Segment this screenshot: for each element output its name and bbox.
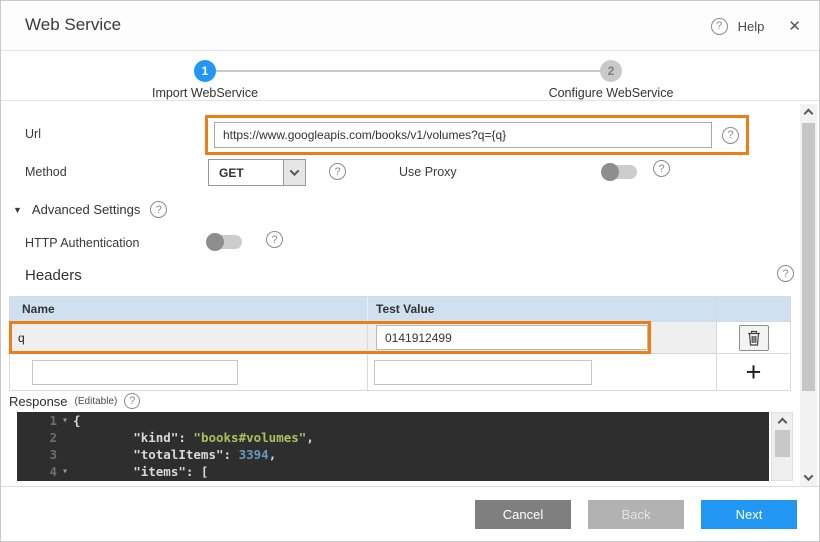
scroll-down-icon[interactable]	[804, 471, 814, 481]
column-header-test-value: Test Value	[367, 297, 716, 321]
method-select[interactable]: GET	[208, 159, 306, 186]
column-header-actions	[716, 297, 790, 321]
advanced-settings-label: Advanced Settings	[32, 202, 140, 217]
new-header-name-input[interactable]	[32, 360, 238, 385]
dialog-footer: Cancel Back Next	[1, 486, 819, 541]
wizard-stepper: 1 Import WebService 2 Configure WebServi…	[1, 51, 819, 101]
response-editable-label: (Editable)	[75, 396, 118, 407]
help-icon[interactable]: ?	[711, 18, 728, 35]
step-1-circle[interactable]: 1	[194, 60, 216, 82]
dialog-title: Web Service	[25, 15, 121, 35]
add-header-actions: +	[716, 354, 790, 390]
stepper-connector	[216, 70, 600, 72]
add-header-button[interactable]: +	[746, 359, 762, 386]
response-label-row: Response (Editable) ?	[9, 393, 140, 409]
fold-icon	[57, 446, 73, 463]
line-number: 4	[17, 463, 57, 480]
next-button[interactable]: Next	[701, 500, 797, 529]
cancel-button[interactable]: Cancel	[475, 500, 571, 529]
fold-icon	[57, 429, 73, 446]
code-line: 2 "kind": "books#volumes",	[17, 429, 769, 446]
add-header-row: +	[10, 354, 790, 391]
editor-scrollbar-thumb[interactable]	[775, 430, 790, 457]
code-line: 1▾{	[17, 412, 769, 429]
advanced-settings-row[interactable]: ▼ Advanced Settings ?	[13, 201, 167, 218]
line-number: 2	[17, 429, 57, 446]
use-proxy-help-icon[interactable]: ?	[653, 160, 670, 177]
trash-icon	[747, 330, 761, 346]
column-header-name: Name	[10, 297, 367, 321]
step-2-label: Configure WebService	[501, 86, 721, 100]
headers-table-header-row: Name Test Value	[10, 297, 790, 322]
dialog-content: Url ? Method GET ? Use Proxy ? ▼ Advance…	[1, 101, 819, 487]
url-label: Url	[25, 127, 41, 141]
url-input[interactable]	[214, 122, 712, 148]
line-number: 3	[17, 446, 57, 463]
main-scrollbar[interactable]	[800, 104, 817, 487]
main-scrollbar-thumb[interactable]	[802, 123, 815, 391]
fold-icon[interactable]: ▾	[57, 412, 73, 429]
use-proxy-label: Use Proxy	[399, 165, 457, 179]
response-code-editor[interactable]: 1▾{2 "kind": "books#volumes",3 "totalIte…	[17, 412, 769, 481]
step-2-circle[interactable]: 2	[600, 60, 622, 82]
new-header-test-value-cell	[367, 354, 716, 390]
http-auth-label: HTTP Authentication	[25, 236, 139, 250]
header-name-cell[interactable]: q	[10, 322, 367, 353]
response-help-icon[interactable]: ?	[124, 393, 140, 409]
editor-scrollbar[interactable]	[771, 412, 793, 481]
header-row-q: q	[10, 322, 790, 354]
triangle-down-icon[interactable]: ▼	[13, 205, 22, 215]
http-auth-toggle[interactable]	[206, 233, 244, 251]
method-selected-value: GET	[209, 160, 283, 185]
method-label: Method	[25, 165, 67, 179]
http-auth-help-icon[interactable]: ?	[266, 231, 283, 248]
response-label: Response	[9, 394, 68, 409]
headers-table: Name Test Value q	[9, 296, 791, 391]
new-header-name-cell	[10, 354, 367, 390]
use-proxy-toggle[interactable]	[601, 163, 639, 181]
titlebar: Web Service ? Help ✕	[1, 1, 819, 51]
fold-icon[interactable]: ▾	[57, 463, 73, 480]
help-link[interactable]: Help	[738, 19, 765, 34]
toggle-knob	[601, 163, 619, 181]
test-value-input[interactable]	[376, 325, 648, 350]
code-line: 3 "totalItems": 3394,	[17, 446, 769, 463]
step-1-label: Import WebService	[95, 86, 315, 100]
line-number: 1	[17, 412, 57, 429]
new-header-test-value-input[interactable]	[374, 360, 592, 385]
scroll-up-icon[interactable]	[804, 109, 814, 119]
url-help-icon[interactable]: ?	[722, 127, 739, 144]
header-test-value-cell	[367, 322, 716, 353]
close-icon[interactable]: ✕	[788, 17, 801, 35]
code-line: 4▾ "items": [	[17, 463, 769, 480]
header-name-value: q	[18, 331, 25, 345]
url-highlight-box: ?	[205, 115, 749, 155]
method-help-icon[interactable]: ?	[329, 163, 346, 180]
advanced-settings-help-icon[interactable]: ?	[150, 201, 167, 218]
delete-header-button[interactable]	[739, 325, 769, 351]
back-button[interactable]: Back	[588, 500, 684, 529]
chevron-down-icon[interactable]	[283, 160, 305, 185]
headers-section-title: Headers	[25, 267, 82, 284]
scroll-up-icon[interactable]	[778, 418, 788, 428]
headers-help-icon[interactable]: ?	[777, 265, 794, 282]
header-row-actions	[716, 322, 790, 353]
toggle-knob	[206, 233, 224, 251]
web-service-dialog: Web Service ? Help ✕ 1 Import WebService…	[0, 0, 820, 542]
